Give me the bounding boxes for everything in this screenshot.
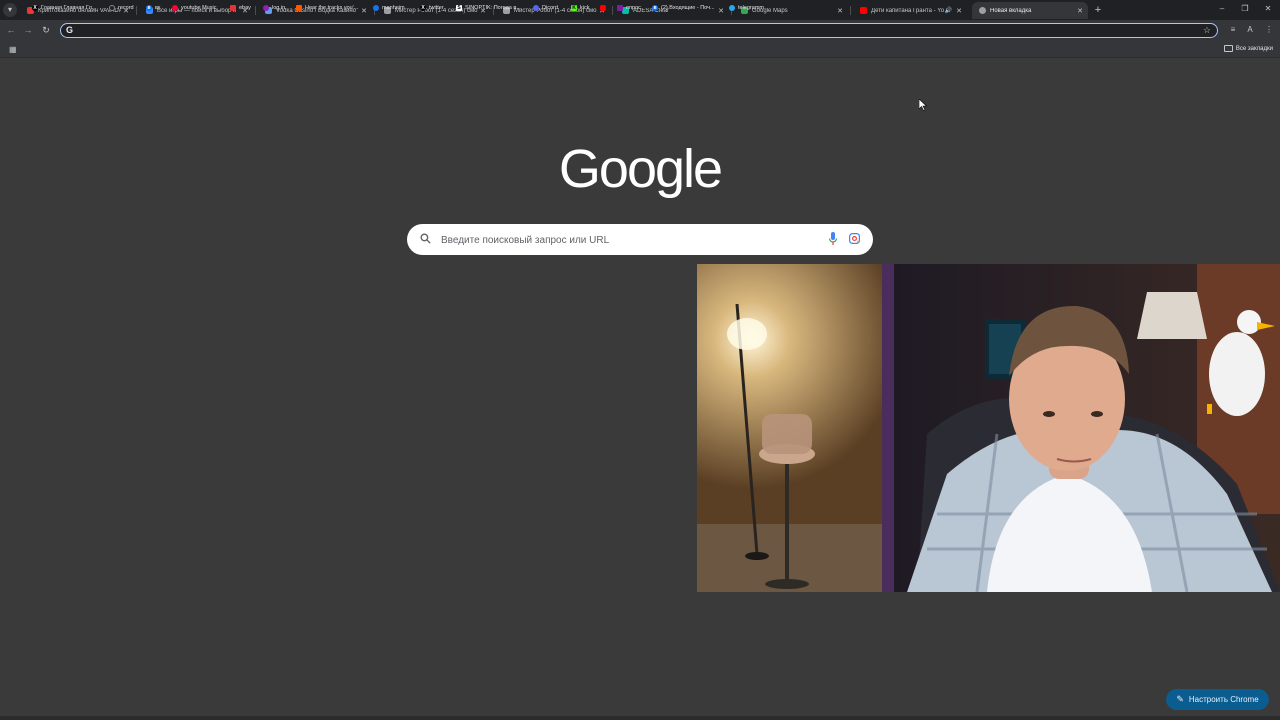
tab[interactable]: Дети капитана Гранта - Yo 🔊 ✕ [853, 2, 967, 19]
close-icon[interactable]: ✕ [954, 7, 964, 15]
webcam-overlay [697, 264, 1280, 592]
bookmark-label: ebay [239, 5, 251, 11]
youtube-icon [600, 5, 606, 11]
kick-icon: K [571, 5, 577, 11]
youtube-music-icon [172, 5, 178, 11]
login-icon [263, 5, 269, 11]
tab-favicon [979, 7, 986, 14]
profile-icon[interactable]: A [1244, 25, 1256, 34]
speaker-icon[interactable]: 🔊 [945, 7, 952, 14]
bookmark-item[interactable]: record [109, 3, 134, 13]
bookmark-label: опрос [626, 5, 641, 11]
forward-arrow-icon[interactable]: → [22, 25, 34, 35]
bookmark-item[interactable]: опрос [617, 3, 641, 13]
address-input[interactable] [79, 25, 1203, 38]
tab-search-button[interactable]: ▾ [3, 3, 17, 17]
google-lens-icon[interactable] [848, 232, 861, 250]
window-close-icon[interactable]: ✕ [1262, 4, 1274, 13]
bookmarks-bar [0, 42, 1280, 58]
bookmark-label: kick [580, 5, 590, 11]
x-icon: X [32, 5, 38, 11]
ebay-icon [230, 5, 236, 11]
bookmark-item[interactable]: ebay [230, 3, 251, 13]
close-icon[interactable]: ✕ [835, 7, 845, 15]
all-bookmarks-label: Все закладки [1235, 45, 1273, 52]
bookmark-item[interactable]: в (2) Входящие - Поч... [652, 3, 715, 13]
poll-icon [617, 5, 623, 11]
microphone-icon[interactable] [828, 232, 838, 251]
bookmark-label: manheim [382, 5, 405, 11]
bookmark-item[interactable] [600, 3, 609, 13]
search-icon [419, 232, 432, 250]
bookmark-label: telegramm [738, 5, 764, 11]
minimize-icon[interactable]: – [1216, 4, 1228, 13]
bookmark-item[interactable]: в вк [146, 3, 160, 13]
folder-icon [1223, 45, 1233, 52]
x-icon: X [420, 5, 426, 11]
close-icon[interactable]: ✕ [359, 7, 369, 15]
close-icon[interactable]: ✕ [1075, 7, 1085, 15]
bookmark-item[interactable]: K kick [571, 3, 589, 13]
bookmark-label: twitter [429, 5, 444, 11]
new-tab-button[interactable]: + [1092, 4, 1104, 16]
menu-kebab-icon[interactable]: ⋮ [1263, 25, 1275, 34]
bookmark-label: SINOPTIK: Погода в... [465, 5, 521, 11]
bookmark-item[interactable]: telegramm [729, 3, 764, 13]
bookmark-label: youtube Music [181, 5, 217, 11]
bookmark-item[interactable]: manheim [373, 3, 405, 13]
tab-title: Google Maps [752, 7, 788, 14]
bookmark-item[interactable]: S SINOPTIK: Погода в... [456, 3, 521, 13]
tab-title: Новая вкладка [990, 7, 1032, 14]
mouse-cursor-icon [918, 98, 928, 116]
reload-icon[interactable]: ↻ [40, 25, 52, 36]
bookmark-label: record [118, 5, 134, 11]
maximize-icon[interactable]: ❐ [1239, 4, 1251, 13]
discord-icon [533, 5, 539, 11]
close-icon[interactable]: ✕ [716, 7, 726, 15]
search-input[interactable] [439, 232, 823, 249]
telegram-icon [729, 5, 735, 11]
sinoptik-icon: S [456, 5, 462, 11]
bookmark-label: Hear the tracks you'... [305, 5, 359, 11]
pencil-icon: ✎ [1176, 694, 1184, 704]
bookmark-item[interactable]: X twitter [420, 3, 444, 13]
bookmark-item[interactable]: youtube Music [172, 3, 216, 13]
tab-favicon [860, 7, 867, 14]
record-icon [109, 5, 115, 11]
google-icon: G [66, 25, 74, 35]
bookmark-label: log in [272, 5, 286, 11]
bookmark-item[interactable]: X Главная Главная Гл... [32, 3, 96, 13]
tab-title: Дети капитана Гранта - Yo [871, 7, 945, 14]
bookmark-label: вк [155, 5, 161, 11]
bookmark-label: Dicord [542, 5, 558, 11]
customize-chrome-label: Настроить Chrome [1188, 695, 1259, 704]
google-logo: Google [558, 139, 723, 199]
bookmark-label: (2) Входящие - Поч... [661, 5, 715, 11]
vk-icon: в [652, 5, 658, 11]
vk-icon: в [146, 5, 152, 11]
bookmark-item[interactable]: Hear the tracks you'... [296, 3, 358, 13]
all-bookmarks-button[interactable]: Все закладки [1223, 45, 1273, 52]
search-box[interactable] [407, 224, 873, 255]
back-arrow-icon[interactable]: ← [5, 25, 17, 35]
customize-chrome-button[interactable]: ✎ Настроить Chrome [1166, 689, 1269, 710]
media-controls-icon[interactable]: ≡ [1227, 25, 1239, 34]
apps-grid-icon[interactable]: ▦ [9, 45, 17, 54]
address-bar[interactable]: G ☆ [60, 23, 1218, 38]
bookmark-item[interactable]: Dicord [533, 3, 558, 13]
manheim-icon [373, 5, 379, 11]
bottom-edge [0, 716, 1280, 720]
bookmark-label: Главная Главная Гл... [41, 5, 97, 11]
tab-active[interactable]: Новая вкладка ✕ [972, 2, 1088, 19]
soundcloud-icon [296, 5, 302, 11]
bookmark-item[interactable]: log in [263, 3, 285, 13]
star-icon[interactable]: ☆ [1203, 25, 1211, 36]
